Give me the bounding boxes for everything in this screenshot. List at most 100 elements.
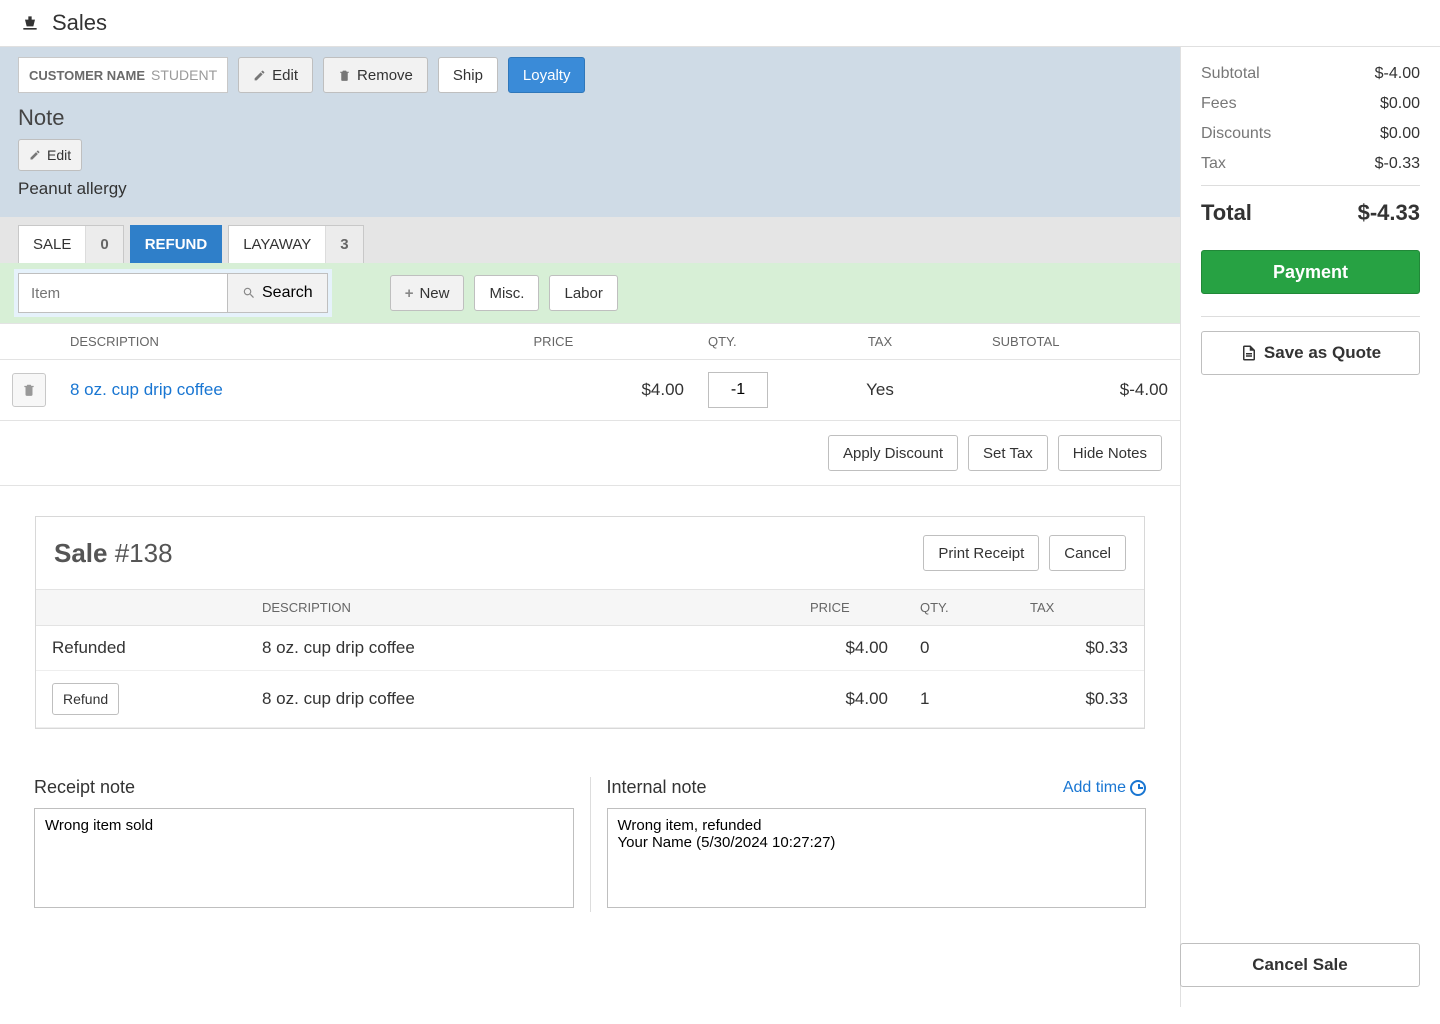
payment-button[interactable]: Payment: [1201, 250, 1420, 294]
sale-col-desc: DESCRIPTION: [246, 590, 794, 626]
remove-customer-button[interactable]: Remove: [323, 57, 428, 93]
sale-tabs: SALE 0 REFUND LAYAWAY 3: [0, 217, 1180, 263]
sale-col-qty: QTY.: [904, 590, 1014, 626]
receipt-note-textarea[interactable]: [34, 808, 574, 908]
internal-note-heading: Internal note: [607, 777, 707, 798]
plus-icon: +: [405, 285, 414, 302]
line-row: 8 oz. cup drip coffee $4.00 Yes $-4.00: [0, 360, 1180, 421]
line-description-link[interactable]: 8 oz. cup drip coffee: [70, 380, 223, 399]
pencil-icon: [29, 149, 41, 161]
edit-customer-button[interactable]: Edit: [238, 57, 313, 93]
col-description: DESCRIPTION: [58, 324, 522, 360]
subtotal-label: Subtotal: [1201, 65, 1260, 83]
cancel-sale-inline-button[interactable]: Cancel: [1049, 535, 1126, 571]
print-receipt-button[interactable]: Print Receipt: [923, 535, 1039, 571]
internal-note-textarea[interactable]: [607, 808, 1147, 908]
pencil-icon: [253, 69, 266, 82]
customer-value: STUDENT: [151, 67, 217, 83]
edit-label: Edit: [272, 67, 298, 84]
new-item-button[interactable]: + New: [390, 275, 465, 311]
sale-items-table: DESCRIPTION PRICE QTY. TAX Refunded 8 oz…: [36, 590, 1144, 728]
customer-name-box: CUSTOMER NAME STUDENT: [18, 57, 228, 93]
search-label: Search: [262, 284, 313, 302]
sale-row-price: $4.00: [794, 671, 904, 728]
sale-row-tax: $0.33: [1014, 626, 1144, 671]
tab-sale-label: SALE: [19, 236, 85, 253]
trash-icon: [22, 383, 36, 397]
sale-row: Refund 8 oz. cup drip coffee $4.00 1 $0.…: [36, 671, 1144, 728]
discounts-value: $0.00: [1380, 125, 1420, 143]
remove-label: Remove: [357, 67, 413, 84]
new-label: New: [419, 285, 449, 302]
sale-row-desc: 8 oz. cup drip coffee: [246, 626, 794, 671]
search-icon: [242, 286, 256, 300]
tab-refund[interactable]: REFUND: [130, 225, 223, 263]
item-search-row: Search + New Misc. Labor: [0, 263, 1180, 323]
item-search-input[interactable]: [18, 273, 228, 313]
line-items-table: DESCRIPTION PRICE QTY. TAX SUBTOTAL 8 oz…: [0, 323, 1180, 421]
sale-row-desc: 8 oz. cup drip coffee: [246, 671, 794, 728]
totals-sidebar: Subtotal$-4.00 Fees$0.00 Discounts$0.00 …: [1180, 47, 1440, 1007]
col-qty: QTY.: [696, 324, 780, 360]
tax-label: Tax: [1201, 155, 1226, 173]
total-label: Total: [1201, 200, 1252, 226]
refund-line-button[interactable]: Refund: [52, 683, 119, 715]
discounts-label: Discounts: [1201, 125, 1271, 143]
tab-sale-count: 0: [85, 226, 122, 263]
misc-button[interactable]: Misc.: [474, 275, 539, 311]
line-price: $4.00: [522, 360, 696, 421]
receipt-note-heading: Receipt note: [34, 777, 574, 798]
add-time-link[interactable]: Add time: [1063, 779, 1146, 797]
delete-line-button[interactable]: [12, 373, 46, 407]
line-tax: Yes: [780, 360, 980, 421]
ship-button[interactable]: Ship: [438, 57, 498, 93]
labor-button[interactable]: Labor: [549, 275, 617, 311]
note-text: Peanut allergy: [18, 179, 1162, 199]
sale-col-tax: TAX: [1014, 590, 1144, 626]
edit-note-label: Edit: [47, 147, 71, 163]
subtotal-value: $-4.00: [1375, 65, 1420, 83]
note-heading: Note: [18, 105, 1162, 131]
notes-section: Receipt note Internal note Add time: [0, 759, 1180, 930]
page-header: Sales: [0, 0, 1440, 47]
original-sale-panel: Sale #138 Print Receipt Cancel DESCRIPTI…: [35, 516, 1145, 729]
sale-row-qty: 1: [904, 671, 1014, 728]
set-tax-button[interactable]: Set Tax: [968, 435, 1048, 471]
sale-row-qty: 0: [904, 626, 1014, 671]
customer-label: CUSTOMER NAME: [29, 68, 145, 83]
tab-refund-label: REFUND: [131, 236, 222, 253]
sale-row-tax: $0.33: [1014, 671, 1144, 728]
edit-note-button[interactable]: Edit: [18, 139, 82, 171]
register-icon: [20, 13, 40, 33]
line-qty-input[interactable]: [708, 372, 768, 408]
trash-icon: [338, 69, 351, 82]
page-title: Sales: [52, 10, 107, 36]
loyalty-button[interactable]: Loyalty: [508, 57, 586, 93]
search-button[interactable]: Search: [228, 273, 328, 313]
sale-row: Refunded 8 oz. cup drip coffee $4.00 0 $…: [36, 626, 1144, 671]
line-actions-row: Apply Discount Set Tax Hide Notes: [0, 421, 1180, 486]
cancel-sale-button[interactable]: Cancel Sale: [1180, 943, 1420, 987]
fees-value: $0.00: [1380, 95, 1420, 113]
sale-title: Sale #138: [54, 538, 173, 569]
sale-row-price: $4.00: [794, 626, 904, 671]
quote-icon: [1240, 344, 1258, 362]
col-tax: TAX: [780, 324, 980, 360]
total-value: $-4.33: [1358, 200, 1420, 226]
clock-icon: [1130, 780, 1146, 796]
tab-layaway-count: 3: [325, 226, 362, 263]
save-as-quote-button[interactable]: Save as Quote: [1201, 331, 1420, 375]
tab-layaway-label: LAYAWAY: [229, 236, 325, 253]
sale-row-status: Refunded: [36, 626, 246, 671]
tab-sale[interactable]: SALE 0: [18, 225, 124, 263]
col-subtotal: SUBTOTAL: [980, 324, 1180, 360]
col-price: PRICE: [522, 324, 696, 360]
fees-label: Fees: [1201, 95, 1237, 113]
line-subtotal: $-4.00: [980, 360, 1180, 421]
customer-panel: CUSTOMER NAME STUDENT Edit Remove Ship L…: [0, 47, 1180, 217]
sale-col-price: PRICE: [794, 590, 904, 626]
apply-discount-button[interactable]: Apply Discount: [828, 435, 958, 471]
hide-notes-button[interactable]: Hide Notes: [1058, 435, 1162, 471]
tax-value: $-0.33: [1375, 155, 1420, 173]
tab-layaway[interactable]: LAYAWAY 3: [228, 225, 363, 263]
